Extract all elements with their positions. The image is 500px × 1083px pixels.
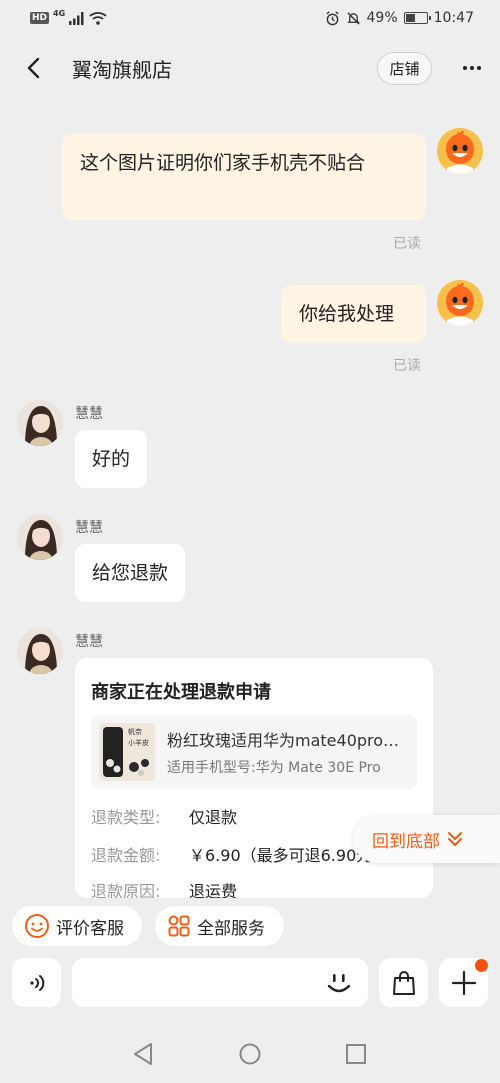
all-services-button[interactable]: 全部服务 [155,906,284,946]
agent-name: 慧慧 [75,406,103,422]
alarm-icon [325,10,339,25]
status-bar: HD 4G 49% 10:47 [0,0,500,36]
status-left: HD 4G [30,8,107,25]
product-info[interactable]: 帆奈 小羊皮 粉红玫瑰适用华为mate40pro手机壳 适用手机型号:华为 Ma… [91,715,417,789]
mascot-avatar-icon [437,280,483,326]
phone-case-image [99,723,155,781]
chat-header: 翼淘旗舰店 店铺 [0,40,500,96]
refund-type-value: 仅退款 [189,808,238,827]
back-button[interactable] [20,54,48,82]
agent-avatar-icon [17,514,63,560]
notification-badge [475,959,488,972]
status-right: 49% 10:47 [325,10,474,26]
incoming-message-bubble[interactable]: 给您退款 [75,544,186,602]
rate-service-label: 评价客服 [56,918,124,939]
nav-home-icon[interactable] [238,1041,262,1067]
incoming-message-bubble[interactable]: 好的 [75,430,148,488]
avatar[interactable] [17,514,63,560]
emoji-icon [327,974,351,993]
shopping-bag-icon [392,970,415,995]
network-type: 4G [53,8,66,18]
agent-avatar-icon [17,628,63,674]
outgoing-message-bubble[interactable]: 这个图片证明你们家手机壳不贴合 [62,134,426,220]
more-dot [477,66,481,70]
avatar[interactable] [17,400,63,446]
avatar[interactable] [437,128,483,174]
grid-icon [168,915,190,937]
rate-service-button[interactable]: 评价客服 [12,906,142,946]
signal-icon [69,11,84,25]
agent-avatar-icon [17,400,63,446]
voice-icon [29,974,44,991]
system-nav-bar [0,1027,500,1083]
battery-level [405,14,415,22]
read-status: 已读 [393,236,421,252]
smile-icon [25,914,49,938]
avatar[interactable] [17,628,63,674]
shopping-bag-button[interactable] [379,958,428,1007]
more-dot [463,66,467,70]
outgoing-message-bubble[interactable]: 你给我处理 [281,285,426,343]
product-name: 粉红玫瑰适用华为mate40pro手机壳 [167,731,411,750]
refund-type-label: 退款类型: [91,808,161,827]
nav-back-icon[interactable] [131,1041,155,1067]
battery-percent: 49% [366,10,398,26]
battery-icon [403,12,431,24]
product-spec: 适用手机型号:华为 Mate 30E Pro [167,760,381,776]
thumb-text: 小羊皮 [128,739,149,747]
more-button[interactable] [458,58,486,78]
double-chevron-down-icon [448,832,462,846]
hd-indicator: HD [30,12,50,24]
mascot-avatar-icon [437,128,483,174]
refund-reason-value: 退运费 [189,882,238,898]
mute-bell-icon [346,11,360,25]
back-to-bottom-label: 回到底部 [372,831,440,852]
more-dot [470,66,474,70]
agent-name: 慧慧 [75,520,103,536]
wifi-icon [89,12,107,25]
shop-button[interactable]: 店铺 [377,52,432,85]
nav-recent-icon[interactable] [345,1043,367,1065]
voice-button[interactable] [12,958,61,1007]
product-thumbnail: 帆奈 小羊皮 [99,723,155,781]
clock: 10:47 [433,10,474,26]
refund-card-title: 商家正在处理退款申请 [91,682,271,703]
plus-icon [451,970,476,995]
read-status: 已读 [393,358,421,374]
thumb-text: 帆奈 [128,728,142,736]
refund-amount-label: 退款金额: [91,846,161,865]
back-to-bottom-button[interactable]: 回到底部 [353,815,500,863]
emoji-button[interactable] [322,966,356,1000]
shop-title: 翼淘旗舰店 [72,58,172,82]
agent-name: 慧慧 [75,634,103,650]
refund-reason-label: 退款原因: [91,882,161,898]
all-services-label: 全部服务 [197,918,265,939]
chevron-left-icon [27,57,40,79]
avatar[interactable] [437,280,483,326]
